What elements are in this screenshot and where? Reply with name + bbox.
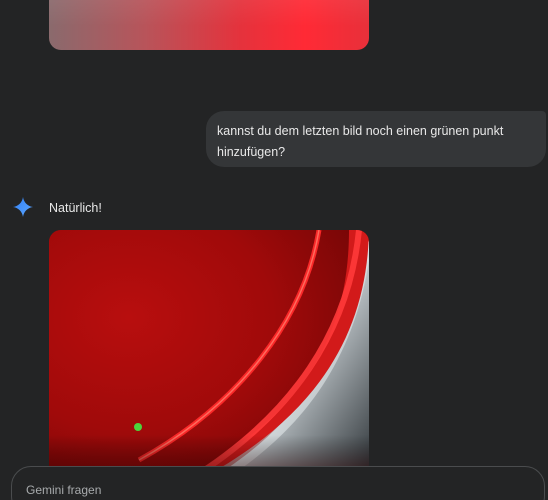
user-message-bubble: kannst du dem letzten bild noch einen gr… <box>206 111 546 167</box>
user-message-text: kannst du dem letzten bild noch einen gr… <box>217 124 504 159</box>
assistant-reply-text: Natürlich! <box>49 201 102 215</box>
generated-image[interactable] <box>49 230 369 480</box>
prompt-input[interactable] <box>26 481 506 499</box>
green-dot <box>134 423 142 431</box>
chat-input-bar[interactable] <box>11 466 545 500</box>
gemini-spark-icon <box>12 196 34 218</box>
chat-page: kannst du dem letzten bild noch einen gr… <box>0 0 548 500</box>
previous-generated-image[interactable] <box>49 0 369 50</box>
